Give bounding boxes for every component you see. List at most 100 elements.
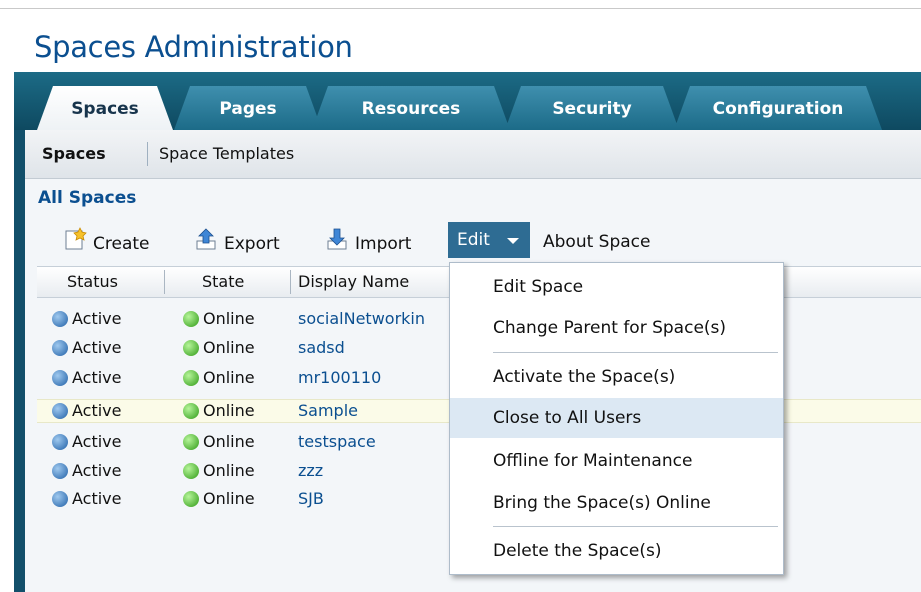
- menu-item-label: Offline for Maintenance: [493, 451, 693, 471]
- create-button[interactable]: Create: [63, 227, 150, 257]
- import-button[interactable]: Import: [325, 227, 411, 257]
- menu-item-delete[interactable]: Delete the Space(s): [450, 531, 783, 571]
- subtab-divider: [147, 142, 148, 166]
- page-title: Spaces Administration: [34, 30, 353, 64]
- column-divider: [290, 270, 291, 294]
- active-status-icon: [52, 491, 68, 507]
- subtab-bar: Spaces Space Templates: [25, 130, 921, 179]
- state-text: Online: [203, 401, 255, 420]
- state-text: Online: [203, 338, 255, 357]
- space-name-link[interactable]: mr100110: [298, 367, 381, 389]
- menu-item-close-to-all-users[interactable]: Close to All Users: [450, 398, 783, 438]
- state-cell: Online: [183, 431, 255, 453]
- tab-spaces[interactable]: Spaces: [37, 86, 173, 130]
- create-label: Create: [93, 234, 150, 254]
- column-header-state[interactable]: State: [202, 272, 244, 291]
- state-cell: Online: [183, 460, 255, 482]
- state-cell: Online: [183, 488, 255, 510]
- column-header-display-name[interactable]: Display Name: [298, 272, 409, 291]
- menu-item-label: Edit Space: [493, 277, 584, 297]
- space-name-link[interactable]: socialNetworkin: [298, 308, 425, 330]
- menu-item-label: Change Parent for Space(s): [493, 318, 727, 338]
- export-label: Export: [224, 234, 280, 254]
- menu-item-bring-online[interactable]: Bring the Space(s) Online: [450, 483, 783, 523]
- edit-label: Edit: [457, 230, 490, 250]
- status-text: Active: [72, 432, 122, 451]
- about-space-button[interactable]: About Space: [543, 227, 650, 257]
- space-name-link[interactable]: zzz: [298, 460, 323, 482]
- menu-item-offline-maintenance[interactable]: Offline for Maintenance: [450, 441, 783, 481]
- menu-item-label: Activate the Space(s): [493, 367, 676, 387]
- status-cell: Active: [52, 460, 122, 482]
- state-text: Online: [203, 461, 255, 480]
- space-name-link[interactable]: SJB: [298, 488, 324, 510]
- menu-item-activate[interactable]: Activate the Space(s): [450, 357, 783, 397]
- online-state-icon: [183, 463, 199, 479]
- column-divider: [164, 270, 165, 294]
- main-tab-bar: Spaces Pages Resources Security Configur…: [14, 72, 921, 130]
- menu-item-label: Delete the Space(s): [493, 541, 662, 561]
- state-cell: Online: [183, 308, 255, 330]
- online-state-icon: [183, 491, 199, 507]
- status-cell: Active: [52, 400, 122, 422]
- space-name-link[interactable]: Sample: [298, 400, 358, 422]
- space-name-link[interactable]: testspace: [298, 431, 376, 453]
- export-icon: [194, 227, 218, 261]
- status-text: Active: [72, 309, 122, 328]
- edit-dropdown-menu: Edit Space Change Parent for Space(s) Ac…: [449, 262, 784, 575]
- tab-configuration[interactable]: Configuration: [674, 86, 882, 130]
- tab-label: Configuration: [712, 99, 844, 119]
- online-state-icon: [183, 434, 199, 450]
- status-text: Active: [72, 461, 122, 480]
- state-text: Online: [203, 368, 255, 387]
- tab-label: Spaces: [71, 99, 139, 119]
- active-status-icon: [52, 340, 68, 356]
- status-cell: Active: [52, 367, 122, 389]
- state-text: Online: [203, 489, 255, 508]
- online-state-icon: [183, 403, 199, 419]
- import-label: Import: [355, 234, 412, 254]
- status-cell: Active: [52, 337, 122, 359]
- section-title: All Spaces: [38, 188, 137, 208]
- status-cell: Active: [52, 431, 122, 453]
- state-cell: Online: [183, 367, 255, 389]
- status-text: Active: [72, 368, 122, 387]
- status-text: Active: [72, 489, 122, 508]
- create-icon: [63, 227, 87, 261]
- active-status-icon: [52, 311, 68, 327]
- state-text: Online: [203, 309, 255, 328]
- subtab-space-templates[interactable]: Space Templates: [159, 144, 294, 163]
- tab-pages[interactable]: Pages: [174, 86, 322, 130]
- status-text: Active: [72, 338, 122, 357]
- menu-item-label: Bring the Space(s) Online: [493, 493, 711, 513]
- edit-menu-button[interactable]: Edit: [448, 222, 530, 258]
- tab-resources[interactable]: Resources: [312, 86, 510, 130]
- menu-item-edit-space[interactable]: Edit Space: [450, 267, 783, 307]
- tab-label: Pages: [219, 99, 277, 119]
- export-button[interactable]: Export: [194, 227, 280, 257]
- tab-label: Security: [552, 99, 632, 119]
- subtab-spaces[interactable]: Spaces: [42, 144, 106, 163]
- import-icon: [325, 227, 349, 261]
- menu-separator: [493, 526, 778, 527]
- menu-item-change-parent[interactable]: Change Parent for Space(s): [450, 308, 783, 348]
- online-state-icon: [183, 340, 199, 356]
- state-cell: Online: [183, 337, 255, 359]
- online-state-icon: [183, 370, 199, 386]
- menu-item-label: Close to All Users: [493, 408, 642, 428]
- status-text: Active: [72, 401, 122, 420]
- active-status-icon: [52, 403, 68, 419]
- menu-separator: [493, 352, 778, 353]
- status-cell: Active: [52, 488, 122, 510]
- state-text: Online: [203, 432, 255, 451]
- online-state-icon: [183, 311, 199, 327]
- state-cell: Online: [183, 400, 255, 422]
- top-divider: [0, 8, 921, 9]
- status-cell: Active: [52, 308, 122, 330]
- space-name-link[interactable]: sadsd: [298, 337, 345, 359]
- active-status-icon: [52, 434, 68, 450]
- active-status-icon: [52, 370, 68, 386]
- tab-security[interactable]: Security: [505, 86, 679, 130]
- column-header-status[interactable]: Status: [67, 272, 118, 291]
- tab-label: Resources: [361, 99, 461, 119]
